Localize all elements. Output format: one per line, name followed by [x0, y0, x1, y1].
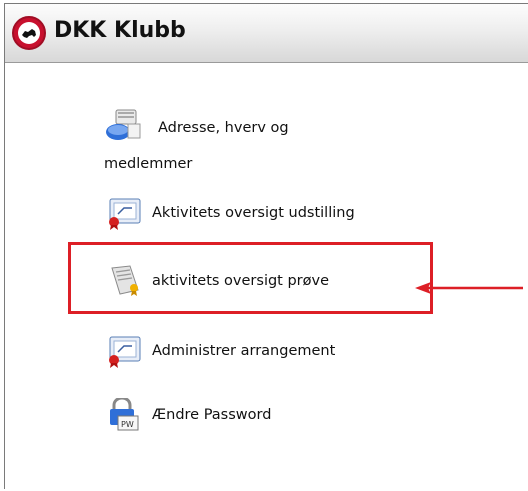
certificate-icon — [104, 196, 144, 230]
app-header: DKK Klubb — [5, 4, 528, 63]
highlight-box — [68, 242, 433, 314]
menu-item-administrer-arrangement[interactable]: Administrer arrangement — [104, 334, 335, 368]
menu-item-label: Administrer arrangement — [152, 343, 336, 359]
menu-item-aendre-password[interactable]: PW Ændre Password — [104, 396, 272, 432]
menu-item-label: Aktivitets oversigt udstilling — [152, 205, 355, 221]
dkk-logo-icon — [12, 16, 46, 50]
certificate-icon — [104, 334, 144, 368]
pointer-arrow-icon — [415, 282, 523, 294]
app-title: DKK Klubb — [54, 18, 186, 43]
menu-item-address-label[interactable]: Adresse, hverv og medlemmer — [104, 110, 348, 182]
menu-item-aktivitets-udstilling[interactable]: Aktivitets oversigt udstilling — [104, 196, 355, 230]
menu-item-label: Ændre Password — [152, 407, 272, 423]
password-lock-icon: PW — [104, 396, 144, 432]
svg-text:PW: PW — [121, 420, 134, 429]
